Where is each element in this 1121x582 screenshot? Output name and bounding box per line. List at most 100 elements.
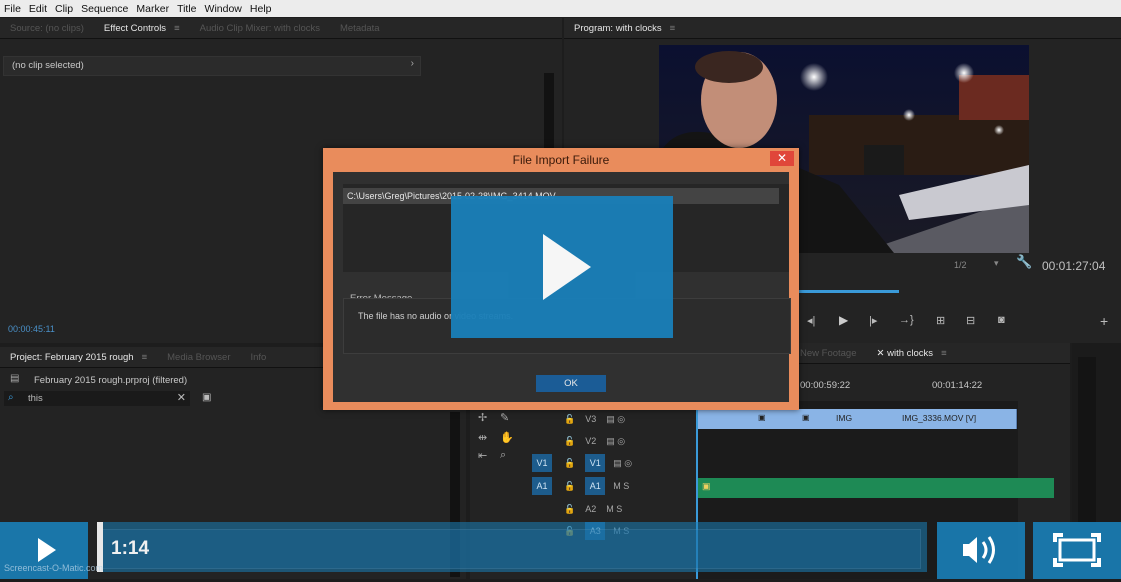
- ripple-tool-icon[interactable]: ✢: [478, 411, 487, 424]
- no-clip-label: (no clip selected): [12, 60, 84, 71]
- play-icon: [543, 234, 591, 300]
- slip-tool-icon[interactable]: ⇹: [478, 431, 487, 444]
- clip-label-img-3336: IMG_3336.MOV [V]: [902, 413, 977, 423]
- menu-clip[interactable]: Clip: [51, 3, 77, 15]
- add-button-icon[interactable]: +: [1100, 313, 1108, 329]
- fx-badge-icon: ▣: [702, 481, 711, 491]
- close-icon[interactable]: ✕: [770, 151, 794, 166]
- clear-search-icon[interactable]: ✕: [177, 391, 186, 404]
- track-a2: 🔓 A2 M S: [532, 498, 694, 520]
- expand-arrow-icon[interactable]: ›: [411, 58, 414, 69]
- program-playhead-bar[interactable]: [794, 290, 899, 293]
- tab-with-clocks-label: with clocks: [887, 347, 934, 359]
- fx-badge-icon: ▣: [802, 413, 810, 422]
- dialog-title: File Import Failure: [512, 153, 610, 167]
- track-label-v3[interactable]: V3: [585, 414, 596, 424]
- panel-menu-icon[interactable]: ≡: [174, 23, 180, 34]
- step-forward-icon[interactable]: |▸: [869, 314, 877, 327]
- track-v3: 🔓 V3 ▤ ◎: [532, 408, 694, 430]
- ok-button[interactable]: OK: [536, 375, 606, 392]
- source-patch-v1[interactable]: V1: [532, 454, 552, 472]
- go-to-out-icon[interactable]: →}: [899, 314, 914, 326]
- audio-clip-strip[interactable]: ▣: [696, 478, 1054, 498]
- sync-icon[interactable]: ▤ ◎: [606, 414, 625, 425]
- track-label-v1[interactable]: V1: [585, 454, 606, 472]
- panel-menu-icon[interactable]: ≡: [142, 352, 148, 363]
- camera-icon[interactable]: ◙: [998, 314, 1005, 326]
- new-bin-icon[interactable]: ▣: [202, 392, 211, 403]
- player-current-time: 1:14: [111, 538, 150, 559]
- track-label-a1[interactable]: A1: [585, 477, 606, 495]
- lock-icon[interactable]: 🔓: [564, 414, 575, 425]
- clip-label-img: IMG: [836, 413, 853, 423]
- track-a1: A1 🔓 A1 M S: [532, 474, 694, 498]
- play-icon[interactable]: ▶: [839, 313, 848, 327]
- tab-info[interactable]: Info: [240, 352, 276, 363]
- program-timecode: 00:01:27:04: [1042, 259, 1106, 273]
- menu-marker[interactable]: Marker: [132, 3, 173, 15]
- tab-metadata[interactable]: Metadata: [330, 23, 390, 34]
- pen-tool-icon[interactable]: ✎: [500, 411, 509, 424]
- track-v2: 🔓 V2 ▤ ◎: [532, 430, 694, 452]
- lock-icon[interactable]: 🔓: [564, 436, 575, 447]
- fx-badge-icon: ▣: [758, 413, 766, 422]
- tab-program-label: Program: with clocks: [574, 22, 662, 34]
- tab-new-footage[interactable]: New Footage: [790, 348, 867, 359]
- video-play-overlay[interactable]: [451, 196, 673, 338]
- seek-track: [102, 529, 921, 569]
- track-label-v2[interactable]: V2: [585, 436, 596, 446]
- menu-sequence[interactable]: Sequence: [77, 3, 132, 15]
- search-input[interactable]: this: [28, 393, 43, 404]
- tab-effect-controls[interactable]: Effect Controls ≡: [94, 23, 190, 34]
- sync-icon[interactable]: ▤ ◎: [606, 436, 625, 447]
- lock-icon[interactable]: 🔓: [564, 504, 575, 515]
- search-icon: ⌕: [8, 392, 14, 403]
- wrench-icon[interactable]: 🔧: [1016, 254, 1032, 270]
- step-back-icon[interactable]: ◂|: [807, 314, 815, 327]
- sync-icon[interactable]: ▤ ◎: [613, 458, 632, 469]
- menu-bar: File Edit Clip Sequence Marker Title Win…: [0, 0, 1121, 17]
- menu-window[interactable]: Window: [201, 3, 246, 15]
- menu-edit[interactable]: Edit: [25, 3, 51, 15]
- ruler-time-2: 00:01:14:22: [932, 380, 983, 391]
- tab-effect-controls-label: Effect Controls: [103, 22, 167, 34]
- track-ms-a2[interactable]: M S: [606, 504, 622, 514]
- zoom-dropdown-icon[interactable]: ▾: [994, 258, 999, 269]
- tab-program[interactable]: Program: with clocks ≡: [564, 23, 685, 34]
- tab-source[interactable]: Source: (no clips): [0, 23, 94, 34]
- ruler-time-1: 00:00:59:22: [800, 380, 851, 391]
- player-fullscreen-button[interactable]: [1033, 522, 1121, 579]
- hand-tool-icon[interactable]: ✋: [500, 431, 514, 444]
- panel-menu-icon[interactable]: ≡: [670, 23, 676, 34]
- menu-help[interactable]: Help: [246, 3, 276, 15]
- speaker-icon: [963, 536, 995, 564]
- video-clip-strip[interactable]: ▣ ▣ IMG IMG_3336.MOV [V]: [696, 409, 1017, 429]
- extract-icon[interactable]: ⊟: [966, 314, 975, 327]
- project-file-label: February 2015 rough.prproj (filtered): [34, 375, 188, 386]
- close-tab-icon[interactable]: ✕: [877, 348, 888, 359]
- tab-audio-clip-mixer[interactable]: Audio Clip Mixer: with clocks: [190, 23, 330, 34]
- tab-project[interactable]: Project: February 2015 rough ≡: [0, 352, 157, 363]
- panel-menu-icon[interactable]: ≡: [941, 348, 947, 359]
- clip-selection-bar: (no clip selected) ›: [3, 56, 421, 76]
- slide-tool-icon[interactable]: ⇤: [478, 449, 487, 462]
- tab-media-browser[interactable]: Media Browser: [157, 352, 240, 363]
- zoom-tool-icon[interactable]: ⌕: [500, 449, 506, 462]
- project-search-box[interactable]: ⌕ this ✕: [4, 391, 190, 406]
- program-tabbar: Program: with clocks ≡: [564, 18, 1121, 39]
- menu-file[interactable]: File: [0, 3, 25, 15]
- zoom-select[interactable]: 1/2: [954, 260, 967, 270]
- effect-controls-timecode: 00:00:45:11: [8, 324, 55, 334]
- tab-project-label: Project: February 2015 rough: [10, 351, 134, 363]
- track-label-a2[interactable]: A2: [585, 504, 596, 514]
- lift-icon[interactable]: ⊞: [936, 314, 945, 327]
- track-v1: V1 🔓 V1 ▤ ◎: [532, 452, 694, 474]
- lock-icon[interactable]: 🔓: [564, 458, 575, 469]
- tab-with-clocks[interactable]: ✕ with clocks ≡: [867, 348, 957, 359]
- player-volume-button[interactable]: [937, 522, 1025, 579]
- menu-title[interactable]: Title: [173, 3, 200, 15]
- lock-icon[interactable]: 🔓: [564, 481, 575, 492]
- track-ms-a1[interactable]: M S: [613, 481, 629, 491]
- source-patch-a1[interactable]: A1: [532, 477, 552, 495]
- player-seek-bar[interactable]: 1:14: [97, 522, 927, 572]
